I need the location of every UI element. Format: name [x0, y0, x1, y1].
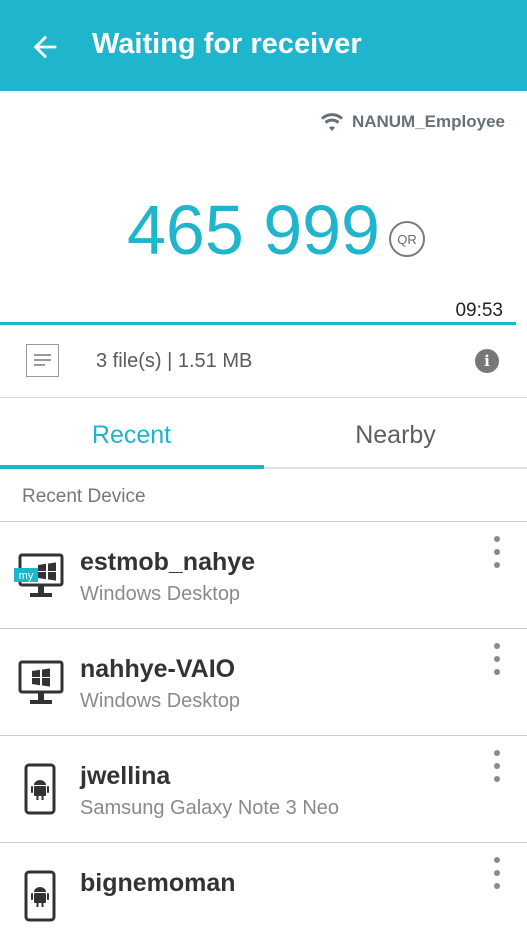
device-type: Samsung Galaxy Note 3 Neo — [80, 797, 340, 819]
network-ssid: NANUM_Employee — [351, 112, 505, 131]
network-indicator: NANUM_Employee — [320, 110, 505, 134]
my-badge-label: my — [19, 570, 34, 582]
tab-nearby[interactable]: Nearby — [264, 399, 527, 469]
device-list: my estmob_nahye Windows Desktop nahhye-V… — [0, 521, 527, 949]
more-vert-icon[interactable] — [490, 750, 504, 786]
android-phone-icon — [24, 870, 56, 922]
device-name: jwellina — [80, 762, 171, 790]
device-row[interactable]: bignemoman — [0, 842, 527, 949]
device-row[interactable]: my estmob_nahye Windows Desktop — [0, 521, 527, 628]
tab-bar: Recent Nearby — [0, 399, 527, 469]
qr-button[interactable]: QR — [389, 221, 425, 257]
device-row[interactable]: nahhye-VAIO Windows Desktop — [0, 628, 527, 735]
page-title: Waiting for receiver — [92, 28, 362, 60]
device-name: nahhye-VAIO — [80, 655, 236, 683]
device-name: bignemoman — [80, 869, 236, 897]
file-summary: 3 file(s) | 1.51 MB — [96, 350, 253, 372]
tab-recent[interactable]: Recent — [0, 399, 263, 469]
android-phone-icon — [24, 763, 56, 815]
arrow-left-icon[interactable] — [28, 30, 62, 64]
file-summary-bar[interactable]: 3 file(s) | 1.51 MB i — [0, 327, 527, 398]
section-header: Recent Device — [22, 486, 146, 507]
device-row[interactable]: jwellina Samsung Galaxy Note 3 Neo — [0, 735, 527, 842]
app-bar: Waiting for receiver — [0, 0, 527, 91]
device-type: Windows Desktop — [80, 690, 241, 712]
transfer-key: 465 999 — [126, 191, 380, 269]
countdown-progress-bar — [0, 322, 517, 325]
document-icon — [26, 344, 59, 377]
more-vert-icon[interactable] — [490, 643, 504, 679]
expiry-timer: 09:53 — [455, 300, 503, 321]
more-vert-icon[interactable] — [490, 857, 504, 893]
info-icon[interactable]: i — [475, 349, 499, 373]
tab-indicator — [0, 465, 264, 469]
device-name: estmob_nahye — [80, 548, 256, 576]
device-type: Windows Desktop — [80, 583, 241, 605]
more-vert-icon[interactable] — [490, 536, 504, 572]
desktop-windows-icon — [18, 660, 64, 704]
desktop-windows-icon: my — [14, 553, 64, 597]
wifi-icon — [320, 113, 343, 131]
